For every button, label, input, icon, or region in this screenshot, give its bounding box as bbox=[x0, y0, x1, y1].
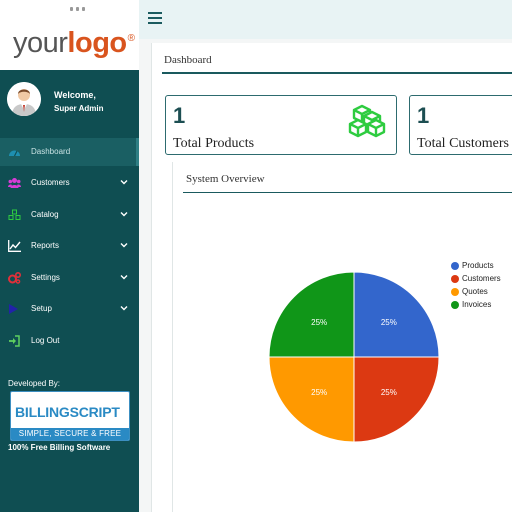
app-frame: yourlogo® Welcome, Super Admin Dashboard… bbox=[0, 0, 512, 512]
legend-item[interactable]: Customers bbox=[451, 273, 512, 286]
pie-slice-label: 25% bbox=[311, 388, 327, 397]
legend-label: Products bbox=[462, 261, 494, 270]
chart-legend: Products Customers Quotes Invoices bbox=[451, 260, 512, 312]
stat-label: Total Customers bbox=[417, 136, 509, 151]
legend-label: Customers bbox=[462, 274, 501, 283]
sidebar: yourlogo® Welcome, Super Admin Dashboard… bbox=[0, 0, 139, 512]
users-icon bbox=[8, 178, 21, 188]
billingscript-logo[interactable]: BILLINGSCRIPT SIMPLE, SECURE & FREE bbox=[10, 391, 130, 441]
legend-swatch bbox=[451, 288, 459, 296]
cubes-icon bbox=[348, 104, 386, 138]
legend-label: Invoices bbox=[462, 300, 492, 309]
pie-chart: 25% 25% 25% 25% bbox=[268, 271, 440, 443]
sidebar-item-logout[interactable]: Log Out bbox=[0, 327, 139, 355]
pie-slice-label: 25% bbox=[381, 318, 397, 327]
legend-swatch bbox=[451, 275, 459, 283]
sidebar-item-label: Dashboard bbox=[31, 147, 71, 156]
sidebar-item-label: Settings bbox=[31, 273, 60, 282]
sidebar-item-customers[interactable]: Customers bbox=[0, 169, 139, 197]
free-software-text: 100% Free Billing Software bbox=[8, 443, 111, 452]
sign-out-icon bbox=[9, 335, 20, 347]
legend-item[interactable]: Quotes bbox=[451, 286, 512, 299]
sidebar-item-settings[interactable]: Settings bbox=[0, 264, 139, 292]
sidebar-item-reports[interactable]: Reports bbox=[0, 232, 139, 260]
sidebar-item-label: Catalog bbox=[31, 210, 59, 219]
dashboard-icon bbox=[9, 150, 20, 157]
chevron-down-icon bbox=[120, 306, 128, 311]
chevron-down-icon bbox=[120, 212, 128, 217]
pie-slice-label: 25% bbox=[381, 388, 397, 397]
legend-swatch bbox=[451, 262, 459, 270]
pie-slice-customers[interactable] bbox=[353, 356, 440, 443]
hamburger-menu-icon[interactable] bbox=[148, 12, 162, 24]
developed-by-label: Developed By: bbox=[8, 379, 61, 388]
cubes-icon bbox=[8, 209, 21, 220]
sidebar-item-label: Setup bbox=[31, 304, 52, 313]
top-bar bbox=[139, 0, 512, 39]
logo-registered: ® bbox=[127, 33, 135, 44]
page-title-divider bbox=[162, 72, 512, 74]
stat-card-products[interactable]: 1 Total Products bbox=[165, 95, 397, 155]
chevron-down-icon bbox=[120, 180, 128, 185]
stat-value: 1 bbox=[417, 103, 430, 128]
chevron-down-icon bbox=[120, 243, 128, 248]
user-role: Super Admin bbox=[54, 104, 104, 113]
sidebar-item-label: Log Out bbox=[31, 336, 60, 345]
sidebar-item-label: Reports bbox=[31, 241, 60, 250]
logo-part-2: logo bbox=[67, 27, 127, 59]
billingscript-title: BILLINGSCRIPT bbox=[15, 404, 120, 420]
pie-slice-label: 25% bbox=[311, 318, 327, 327]
line-chart-icon bbox=[8, 240, 21, 252]
legend-label: Quotes bbox=[462, 287, 488, 296]
stat-value: 1 bbox=[173, 103, 186, 128]
user-panel bbox=[0, 70, 139, 132]
welcome-text: Welcome, bbox=[54, 90, 96, 100]
overview-divider bbox=[183, 192, 512, 193]
page-title: Dashboard bbox=[164, 54, 212, 66]
legend-swatch bbox=[451, 301, 459, 309]
pie-slice-products[interactable] bbox=[353, 271, 440, 358]
logo-part-1: your bbox=[13, 27, 68, 59]
stat-label: Total Products bbox=[173, 136, 255, 151]
stat-card-customers[interactable]: 1 Total Customers bbox=[409, 95, 512, 155]
avatar bbox=[7, 82, 41, 116]
sidebar-item-label: Customers bbox=[31, 178, 70, 187]
play-icon bbox=[9, 304, 18, 314]
pie-slice-quotes[interactable] bbox=[268, 356, 355, 443]
chevron-down-icon bbox=[120, 275, 128, 280]
legend-item[interactable]: Invoices bbox=[451, 299, 512, 312]
sidebar-item-catalog[interactable]: Catalog bbox=[0, 201, 139, 229]
logo-top-mark bbox=[70, 0, 90, 11]
logo-area: yourlogo® bbox=[0, 0, 139, 70]
pie-slice-invoices[interactable] bbox=[268, 271, 355, 358]
gears-icon bbox=[8, 272, 21, 284]
sidebar-item-setup[interactable]: Setup bbox=[0, 295, 139, 323]
legend-item[interactable]: Products bbox=[451, 260, 512, 273]
brand-logo[interactable]: yourlogo® bbox=[13, 26, 135, 60]
overview-title: System Overview bbox=[186, 173, 265, 185]
sidebar-item-dashboard[interactable]: Dashboard bbox=[0, 138, 139, 166]
billingscript-tagline: SIMPLE, SECURE & FREE bbox=[11, 428, 129, 440]
